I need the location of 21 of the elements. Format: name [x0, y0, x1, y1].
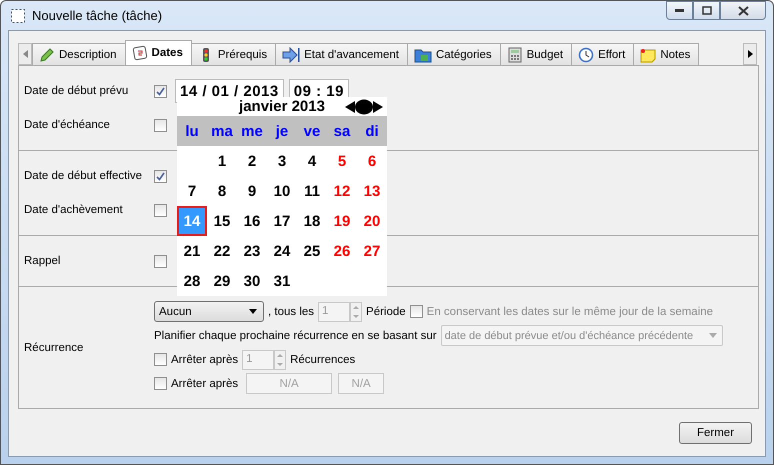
- window-title: Nouvelle tâche (tâche): [32, 8, 162, 23]
- weekday-header: ma: [210, 122, 234, 140]
- checkbox-label: Arrêter après: [171, 354, 238, 366]
- field-label: Récurrence: [23, 342, 84, 354]
- checkbox-label: Arrêter après: [171, 378, 238, 390]
- checkbox-label: En conservant les dates sur le même jour de la semaine: [426, 306, 714, 318]
- field-label: Date d'achèvement: [23, 204, 124, 216]
- weekday-header: me: [240, 122, 264, 140]
- recurrences-label: Récurrences: [290, 354, 356, 366]
- field-label: Date de début effective: [23, 170, 144, 182]
- period-label: Période: [366, 306, 406, 318]
- weekday-header: lu: [184, 122, 200, 140]
- every-label: , tous les: [268, 306, 314, 318]
- field-label: Date d'échéance: [23, 119, 111, 131]
- field-label: Rappel: [23, 255, 62, 267]
- weekday-header: di: [364, 122, 380, 140]
- field-label: Date de début prévu: [23, 85, 130, 97]
- plan-label: Planifier chaque prochaine récurrence en se basant sur: [154, 330, 437, 342]
- weekday-header: ve: [302, 122, 322, 140]
- weekday-header: je: [274, 122, 290, 140]
- weekday-header: sa: [332, 122, 352, 140]
